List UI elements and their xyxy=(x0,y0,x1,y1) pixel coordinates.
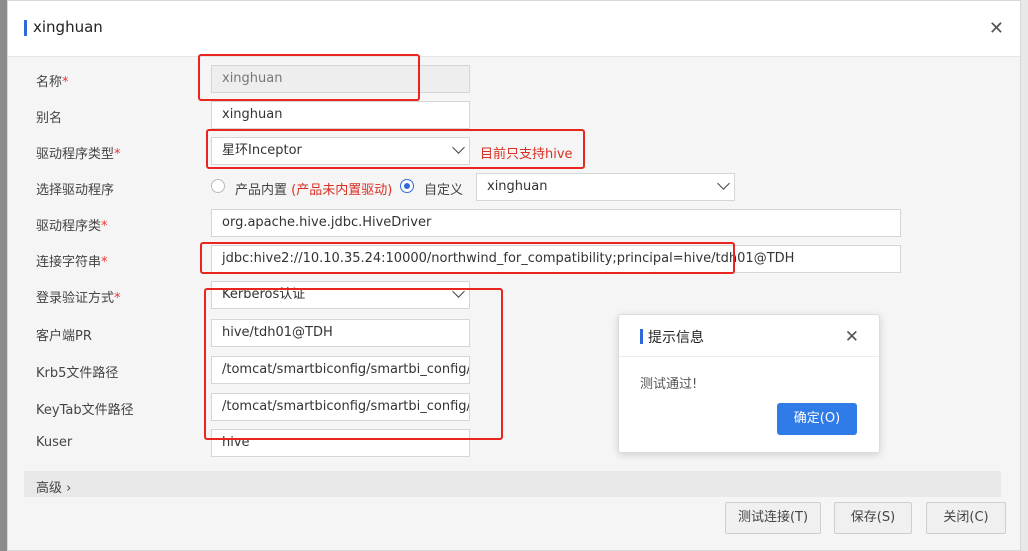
close-button[interactable]: 关闭(C) xyxy=(926,502,1006,534)
chevron-down-icon xyxy=(717,177,730,190)
driver-class-input[interactable]: org.apache.hive.jdbc.HiveDriver xyxy=(211,209,901,237)
radio-builtin[interactable] xyxy=(211,179,225,193)
save-button[interactable]: 保存(S) xyxy=(834,502,912,534)
auth-method-select[interactable]: Kerberos认证 xyxy=(211,281,470,309)
radio-custom-label: 自定义 xyxy=(424,183,464,198)
driver-class-row: 驱动程序类* org.apache.hive.jdbc.HiveDriver xyxy=(24,209,1001,239)
conn-string-row: 连接字符串* jdbc:hive2://10.10.35.24:10000/no… xyxy=(24,245,1001,275)
custom-driver-value: xinghuan xyxy=(487,179,548,194)
client-pr-input[interactable]: hive/tdh01@TDH xyxy=(211,319,470,347)
krb5-path-label: Krb5文件路径 xyxy=(36,366,119,381)
message-text: 测试通过! xyxy=(640,377,698,392)
kuser-input[interactable]: hive xyxy=(211,429,470,457)
chevron-down-icon xyxy=(452,285,465,298)
name-input[interactable]: xinghuan xyxy=(211,65,470,93)
close-icon[interactable]: ✕ xyxy=(845,327,859,347)
advanced-section[interactable]: 高级 › xyxy=(24,471,1001,497)
driver-type-select[interactable]: 星环Inceptor xyxy=(211,137,470,165)
message-title: 提示信息 xyxy=(648,330,704,346)
background-right-edge xyxy=(1021,0,1028,551)
name-label: 名称* xyxy=(36,75,69,90)
radio-custom[interactable] xyxy=(400,179,414,193)
message-header: 提示信息 ✕ xyxy=(619,315,879,357)
conn-string-input[interactable]: jdbc:hive2://10.10.35.24:10000/northwind… xyxy=(211,245,901,273)
alias-label: 别名 xyxy=(36,111,63,126)
custom-driver-select[interactable]: xinghuan xyxy=(476,173,735,201)
close-icon[interactable]: ✕ xyxy=(989,19,1004,39)
driver-type-hint: 目前只支持hive xyxy=(480,147,573,162)
auth-method-value: Kerberos认证 xyxy=(222,287,306,302)
client-pr-label: 客户端PR xyxy=(36,329,92,344)
title-accent-bar xyxy=(24,20,27,36)
alias-row: 别名 xinghuan xyxy=(24,101,1001,131)
driver-type-value: 星环Inceptor xyxy=(222,143,302,158)
kuser-label: Kuser xyxy=(36,435,73,450)
select-driver-label: 选择驱动程序 xyxy=(36,183,115,198)
name-row: 名称* xinghuan xyxy=(24,65,1001,95)
conn-string-label: 连接字符串* xyxy=(36,255,108,270)
info-message-box: 提示信息 ✕ 测试通过! 确定(O) xyxy=(618,314,880,453)
chevron-down-icon xyxy=(452,141,465,154)
background-left-edge xyxy=(0,0,7,551)
test-connection-button[interactable]: 测试连接(T) xyxy=(725,502,821,534)
dialog-header: xinghuan ✕ xyxy=(8,1,1020,57)
auth-method-label: 登录验证方式* xyxy=(36,291,121,306)
driver-type-row: 驱动程序类型* 星环Inceptor 目前只支持hive xyxy=(24,137,1001,167)
advanced-label: 高级 › xyxy=(36,481,72,496)
driver-type-label: 驱动程序类型* xyxy=(36,147,121,162)
keytab-path-input[interactable]: /tomcat/smartbiconfig/smartbi_config/xin xyxy=(211,393,470,421)
dialog-title: xinghuan xyxy=(33,18,103,36)
select-driver-row: 选择驱动程序 产品内置 (产品未内置驱动) 自定义 xinghuan xyxy=(24,173,1001,203)
driver-class-label: 驱动程序类* xyxy=(36,219,108,234)
alias-input[interactable]: xinghuan xyxy=(211,101,470,129)
auth-method-row: 登录验证方式* Kerberos认证 xyxy=(24,281,1001,311)
message-accent-bar xyxy=(640,329,643,344)
radio-builtin-label: 产品内置 (产品未内置驱动) xyxy=(235,183,393,198)
builtin-note: (产品未内置驱动) xyxy=(291,183,393,198)
ok-button[interactable]: 确定(O) xyxy=(777,403,857,435)
datasource-dialog: xinghuan ✕ 名称* xinghuan 别名 xinghuan 驱动程序… xyxy=(7,0,1021,551)
krb5-path-input[interactable]: /tomcat/smartbiconfig/smartbi_config/xin xyxy=(211,356,470,384)
keytab-path-label: KeyTab文件路径 xyxy=(36,403,134,418)
